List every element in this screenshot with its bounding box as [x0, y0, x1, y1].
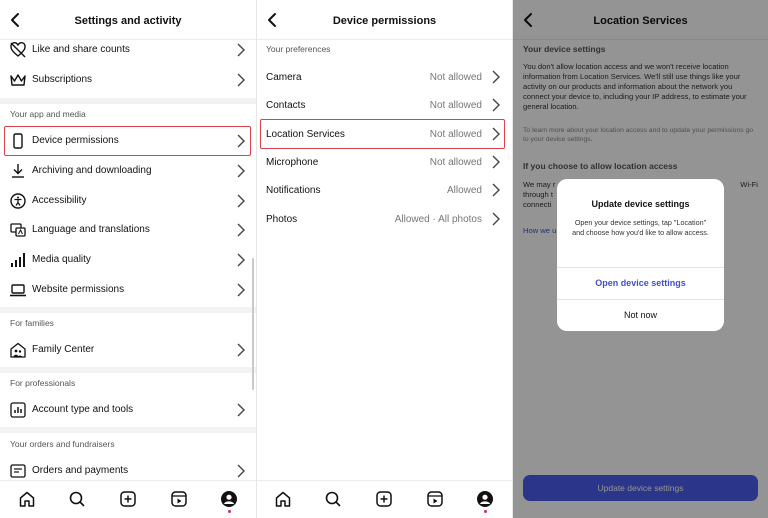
- home-icon[interactable]: [274, 490, 292, 508]
- open-device-settings-button[interactable]: Open device settings: [557, 268, 724, 299]
- item-label: Website permissions: [32, 284, 125, 295]
- permission-row-contacts[interactable]: Contacts Not allowed: [257, 91, 512, 119]
- item-label: Subscriptions: [32, 74, 93, 85]
- item-label: Language and translations: [32, 224, 150, 235]
- profile-icon[interactable]: [220, 490, 238, 508]
- chevron-right-icon: [237, 343, 245, 357]
- accessibility-icon: [10, 193, 26, 209]
- highlight-box: [260, 119, 505, 149]
- permission-status: Allowed · All photos: [394, 214, 482, 225]
- permission-row-microphone[interactable]: Microphone Not allowed: [257, 148, 512, 176]
- chart-icon: [10, 402, 26, 418]
- chevron-right-icon: [492, 212, 500, 226]
- download-icon: [12, 164, 24, 178]
- crown-icon: [10, 74, 26, 86]
- chevron-right-icon: [237, 43, 245, 57]
- notification-dot: [228, 510, 231, 513]
- chevron-right-icon: [492, 155, 500, 169]
- item-label: Account type and tools: [32, 404, 134, 415]
- chevron-right-icon: [237, 253, 245, 267]
- permission-status: Not allowed: [429, 157, 482, 168]
- permission-row-photos[interactable]: Photos Allowed · All photos: [257, 205, 512, 233]
- settings-item-subscriptions[interactable]: Subscriptions: [0, 65, 256, 95]
- permission-row-notifications[interactable]: Notifications Allowed: [257, 176, 512, 204]
- header: Settings and activity: [0, 0, 256, 40]
- settings-item-account-type[interactable]: Account type and tools: [0, 395, 256, 425]
- item-label: Accessibility: [32, 195, 87, 206]
- settings-panel: Settings and activity Like and share cou…: [0, 0, 256, 518]
- create-icon[interactable]: [375, 490, 393, 508]
- search-icon[interactable]: [324, 490, 342, 508]
- button-label: Open device settings: [595, 278, 686, 288]
- page-title: Settings and activity: [74, 15, 182, 27]
- device-permissions-panel: Device permissions Your preferences Came…: [257, 0, 512, 518]
- tab-bar: [0, 480, 256, 518]
- section-divider: [0, 367, 256, 373]
- not-now-button[interactable]: Not now: [557, 300, 724, 331]
- update-settings-dialog: Update device settings Open your device …: [557, 179, 724, 331]
- chevron-right-icon: [237, 283, 245, 297]
- translate-icon: [10, 223, 26, 237]
- page-title: Device permissions: [332, 15, 437, 27]
- reels-icon[interactable]: [170, 490, 188, 508]
- permission-label: Contacts: [266, 100, 306, 111]
- section-divider: [0, 307, 256, 313]
- dialog-message: Open your device settings, tap "Location…: [572, 218, 709, 237]
- permission-label: Microphone: [266, 157, 319, 168]
- button-label: Not now: [623, 310, 658, 320]
- permission-status: Not allowed: [429, 100, 482, 111]
- reels-icon[interactable]: [426, 490, 444, 508]
- settings-item-family-center[interactable]: Family Center: [0, 335, 256, 365]
- chevron-right-icon: [237, 223, 245, 237]
- item-label: Archiving and downloading: [32, 165, 152, 176]
- header: Device permissions: [257, 0, 512, 40]
- scrollbar[interactable]: [252, 258, 254, 390]
- profile-icon[interactable]: [476, 490, 494, 508]
- settings-item-language[interactable]: Language and translations: [0, 215, 256, 245]
- section-header: Your orders and fundraisers: [10, 439, 115, 449]
- home-icon[interactable]: [18, 490, 36, 508]
- permission-row-camera[interactable]: Camera Not allowed: [257, 63, 512, 91]
- notification-dot: [484, 510, 487, 513]
- permission-label: Photos: [266, 214, 298, 225]
- tab-bar: [257, 480, 512, 518]
- permission-status: Allowed: [446, 185, 482, 196]
- signal-bars-icon: [11, 253, 25, 267]
- item-label: Like and share counts: [32, 44, 130, 55]
- section-divider: [0, 98, 256, 104]
- settings-item-website-permissions[interactable]: Website permissions: [0, 275, 256, 305]
- item-label: Family Center: [32, 344, 95, 355]
- chevron-right-icon: [492, 183, 500, 197]
- chevron-right-icon: [237, 164, 245, 178]
- heart-slash-icon: [10, 42, 26, 58]
- location-services-panel: Location Services Your device settings Y…: [513, 0, 768, 518]
- chevron-right-icon: [492, 70, 500, 84]
- dialog-title: Update device settings: [591, 199, 690, 209]
- family-house-icon: [10, 342, 26, 358]
- chevron-right-icon: [492, 98, 500, 112]
- chevron-right-icon: [237, 403, 245, 417]
- permission-status: Not allowed: [429, 72, 482, 83]
- highlight-box: [4, 126, 251, 156]
- permission-label: Camera: [266, 72, 302, 83]
- search-icon[interactable]: [68, 490, 86, 508]
- settings-item-archiving[interactable]: Archiving and downloading: [0, 156, 256, 186]
- section-header: For professionals: [10, 378, 76, 388]
- laptop-icon: [10, 284, 26, 297]
- settings-item-accessibility[interactable]: Accessibility: [0, 186, 256, 216]
- item-label: Media quality: [32, 254, 91, 265]
- section-header: Your app and media: [10, 109, 86, 119]
- section-header: For families: [10, 318, 54, 328]
- chevron-right-icon: [237, 73, 245, 87]
- chevron-right-icon: [237, 464, 245, 478]
- item-label: Orders and payments: [32, 465, 129, 476]
- chevron-right-icon: [237, 194, 245, 208]
- section-header: Your preferences: [266, 44, 331, 54]
- create-icon[interactable]: [119, 490, 137, 508]
- settings-item-media-quality[interactable]: Media quality: [0, 245, 256, 275]
- settings-item-like-share-counts[interactable]: Like and share counts: [0, 35, 256, 65]
- permission-label: Notifications: [266, 185, 321, 196]
- section-divider: [0, 427, 256, 433]
- receipt-icon: [10, 464, 26, 478]
